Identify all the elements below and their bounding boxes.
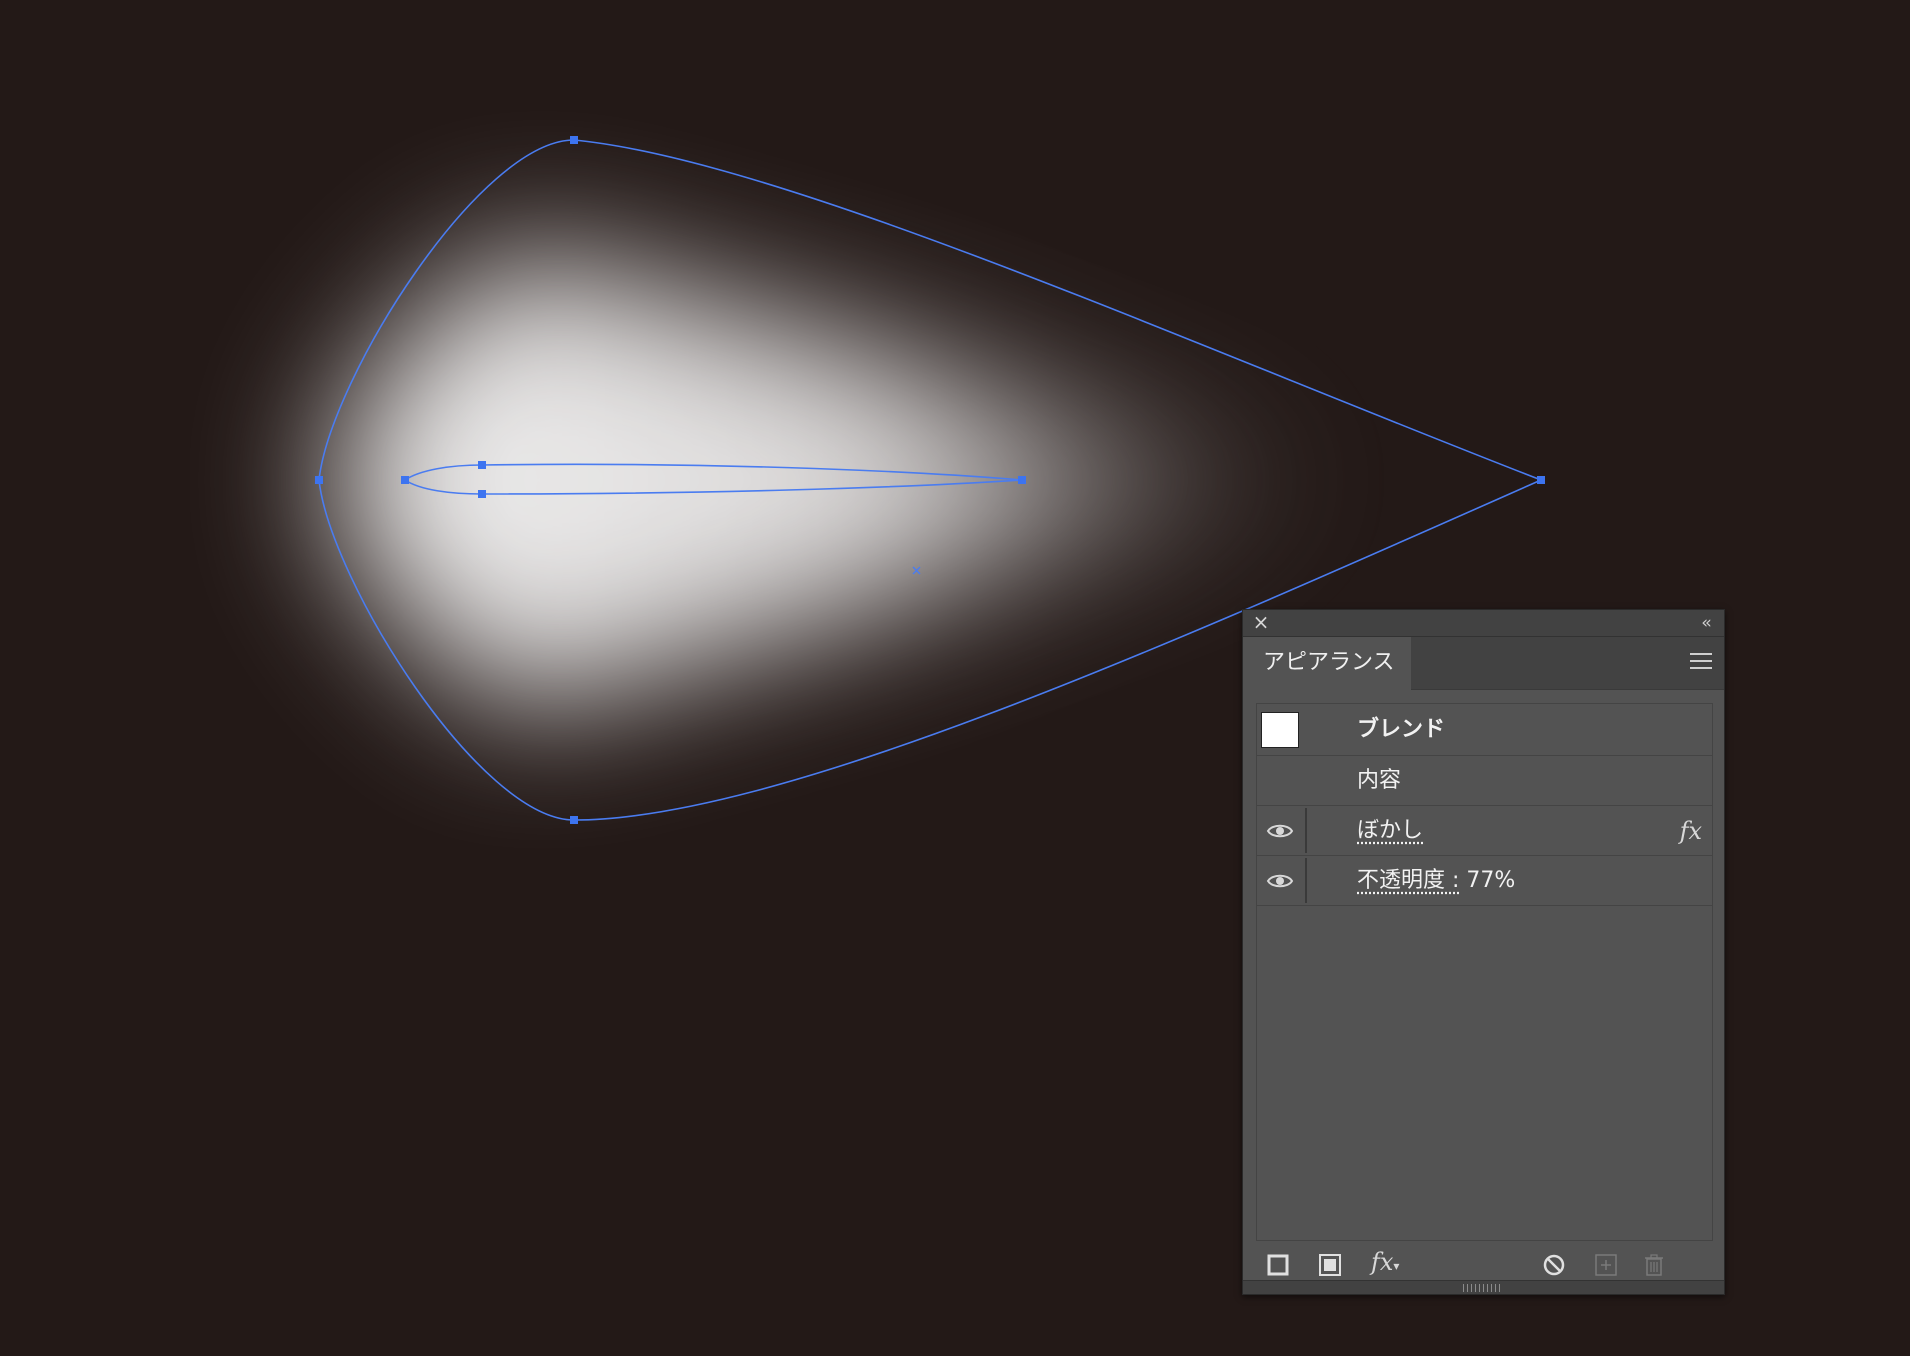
grip-icon	[1463, 1284, 1503, 1292]
eye-icon[interactable]	[1266, 870, 1294, 892]
add-fill-icon[interactable]	[1317, 1252, 1343, 1278]
anchor-point[interactable]	[315, 476, 323, 484]
list-item-contents[interactable]: 内容	[1257, 756, 1712, 806]
add-stroke-icon[interactable]	[1265, 1252, 1291, 1278]
appearance-list: ブレンド 内容 ぼかし fx 不透明度 : 77%	[1256, 703, 1713, 1241]
list-item-blend[interactable]: ブレンド	[1257, 704, 1712, 756]
trash-icon[interactable]	[1641, 1252, 1667, 1278]
list-item-feather[interactable]: ぼかし fx	[1257, 806, 1712, 856]
appearance-panel: × ‹‹ アピアランス ブレンド 内容 ぼかし fx 不透明度: 77% fx…	[1242, 609, 1725, 1295]
list-item-opacity[interactable]: 不透明度 : 77%	[1257, 856, 1712, 906]
fx-icon[interactable]: fx	[1680, 806, 1702, 856]
anchor-point[interactable]	[478, 461, 486, 469]
feather-link[interactable]: ぼかし	[1357, 818, 1423, 843]
eye-icon[interactable]	[1266, 820, 1294, 842]
panel-tabbar: アピアランス	[1243, 637, 1724, 690]
hamburger-menu-icon[interactable]	[1690, 653, 1712, 671]
divider	[1305, 858, 1307, 903]
row-label-feather: ぼかし	[1357, 806, 1423, 856]
anchor-point[interactable]	[570, 136, 578, 144]
anchor-point[interactable]	[570, 816, 578, 824]
panel-resize-handle[interactable]	[1243, 1280, 1724, 1294]
row-label-contents: 内容	[1357, 768, 1402, 793]
clear-appearance-icon[interactable]	[1541, 1252, 1567, 1278]
duplicate-item-icon[interactable]	[1593, 1252, 1619, 1278]
opacity-value: 77%	[1459, 868, 1516, 893]
panel-titlebar[interactable]: × ‹‹	[1243, 610, 1724, 637]
row-label-opacity: 不透明度 : 77%	[1357, 856, 1515, 906]
divider	[1305, 808, 1307, 853]
anchor-point[interactable]	[401, 476, 409, 484]
double-chevron-left-icon[interactable]: ‹‹	[1694, 613, 1716, 633]
fill-swatch[interactable]	[1261, 712, 1299, 748]
close-icon[interactable]: ×	[1251, 612, 1271, 632]
tab-appearance[interactable]: アピアランス	[1243, 637, 1411, 690]
anchor-point[interactable]	[478, 490, 486, 498]
row-label-blend: ブレンド	[1357, 717, 1446, 742]
add-effect-button[interactable]: fx▾	[1371, 1248, 1399, 1276]
anchor-point[interactable]	[1537, 476, 1545, 484]
anchor-point[interactable]	[1018, 476, 1026, 484]
opacity-link[interactable]: 不透明度 :	[1357, 868, 1459, 893]
